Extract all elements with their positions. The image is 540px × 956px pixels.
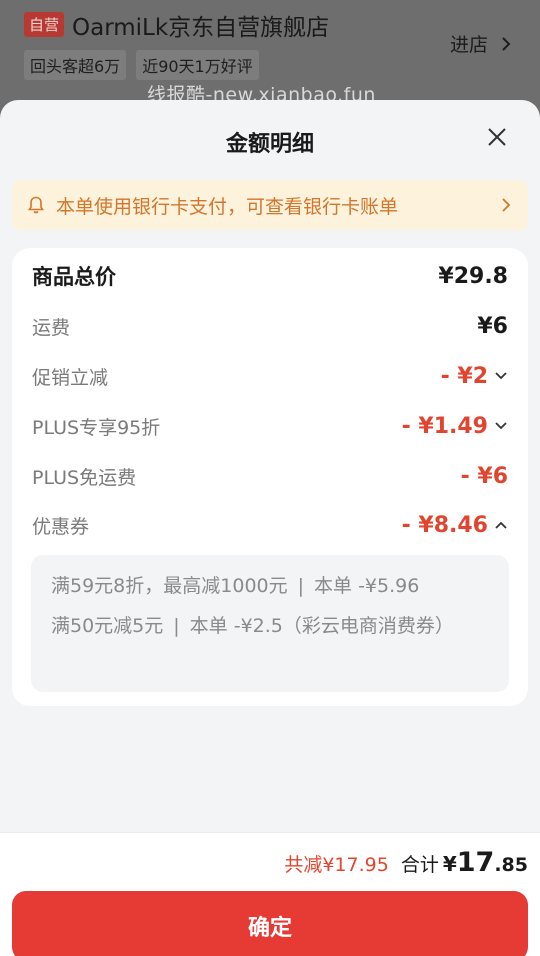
promo-value: - ¥2 <box>440 363 488 389</box>
coupon-rule: 满59元8折，最高减1000元 <box>51 575 288 597</box>
enter-store-link[interactable]: 进店 <box>450 30 512 57</box>
store-tag: 回头客超6万 <box>24 50 127 80</box>
store-tag: 近90天1万好评 <box>136 50 259 80</box>
coupon-item: 满50元减5元 | 本单 -¥2.5（彩云电商消费券） <box>51 613 491 639</box>
plus95-value: - ¥1.49 <box>401 413 488 439</box>
goods-total-row: 商品总价 ¥29.8 <box>32 258 508 294</box>
plus95-value-group: - ¥1.49 <box>402 414 508 439</box>
plus95-label: PLUS专享95折 <box>32 416 161 439</box>
coupon-item: 满59元8折，最高减1000元 | 本单 -¥5.96 <box>51 573 491 599</box>
notice-text: 本单使用银行卡支付，可查看银行卡账单 <box>56 195 399 218</box>
shipping-label: 运费 <box>32 316 71 339</box>
footer-bar: 共减¥17.95 合计 ¥ 17 .85 确定 <box>0 832 540 956</box>
close-icon[interactable] <box>484 124 510 150</box>
sheet-title: 金额明细 <box>225 132 314 157</box>
plus-free-shipping-label: PLUS免运费 <box>32 466 137 489</box>
self-operated-badge: 自营 <box>24 12 65 37</box>
total-label: 合计 <box>400 854 439 876</box>
currency-symbol: ¥ <box>442 852 457 876</box>
bell-icon <box>28 196 44 214</box>
promo-label: 促销立减 <box>32 366 109 389</box>
plus95-row[interactable]: PLUS专享95折 - ¥1.49 <box>32 408 508 444</box>
coupon-detail-box: 满59元8折，最高减1000元 | 本单 -¥5.96 满50元减5元 | 本单 -¥2… <box>31 555 509 692</box>
chevron-down-icon <box>495 422 507 430</box>
goods-total-value: ¥29.8 <box>438 263 508 289</box>
coupon-detail: 本单 -¥2.5（彩云电商消费券） <box>189 615 454 637</box>
coupon-separator: | <box>173 615 180 637</box>
promo-value-group: - ¥2 <box>441 364 508 389</box>
chevron-down-icon <box>495 372 507 380</box>
coupon-label: 优惠券 <box>32 515 90 538</box>
total-reduced: 共减¥17.95 <box>284 854 389 876</box>
coupon-detail: 本单 -¥5.96 <box>314 575 420 597</box>
bank-card-notice[interactable]: 本单使用银行卡支付，可查看银行卡账单 <box>12 180 528 230</box>
coupon-rule: 满50元减5元 <box>51 615 164 637</box>
price-detail-card: 商品总价 ¥29.8 运费 ¥6 促销立减 - ¥2 PLUS专享95折 - ¥… <box>12 248 528 706</box>
plus-free-shipping-value: - ¥6 <box>460 463 508 489</box>
chevron-up-icon <box>495 521 507 529</box>
chevron-right-icon <box>502 37 511 51</box>
coupon-separator: | <box>297 575 305 597</box>
coupon-value-group: - ¥8.46 <box>402 513 508 538</box>
plus-free-shipping-row: PLUS免运费 - ¥6 <box>32 458 508 494</box>
amount-detail-sheet: 金额明细 本单使用银行卡支付，可查看银行卡账单 商品总价 ¥29.8 运费 ¥6… <box>0 100 540 956</box>
total-integer: 17 <box>456 847 495 878</box>
coupon-row[interactable]: 优惠券 - ¥8.46 <box>32 507 508 543</box>
store-name: OarmiLk京东自营旗舰店 <box>72 15 330 41</box>
totals: 共减¥17.95 合计 ¥ 17 .85 <box>284 847 528 878</box>
shipping-row: 运费 ¥6 <box>32 308 508 344</box>
shipping-value: ¥6 <box>477 313 508 339</box>
chevron-right-icon <box>502 198 511 212</box>
total-decimal: .85 <box>494 854 528 876</box>
promo-row[interactable]: 促销立减 - ¥2 <box>32 358 508 394</box>
store-header: 自营 OarmiLk京东自营旗舰店 进店 回头客超6万 近90天1万好评 线报酷… <box>0 0 540 110</box>
store-tags: 回头客超6万 近90天1万好评 <box>24 50 259 80</box>
coupon-value: - ¥8.46 <box>401 512 488 538</box>
goods-total-label: 商品总价 <box>32 265 116 289</box>
enter-store-label: 进店 <box>449 34 488 56</box>
confirm-button[interactable]: 确定 <box>12 891 528 956</box>
